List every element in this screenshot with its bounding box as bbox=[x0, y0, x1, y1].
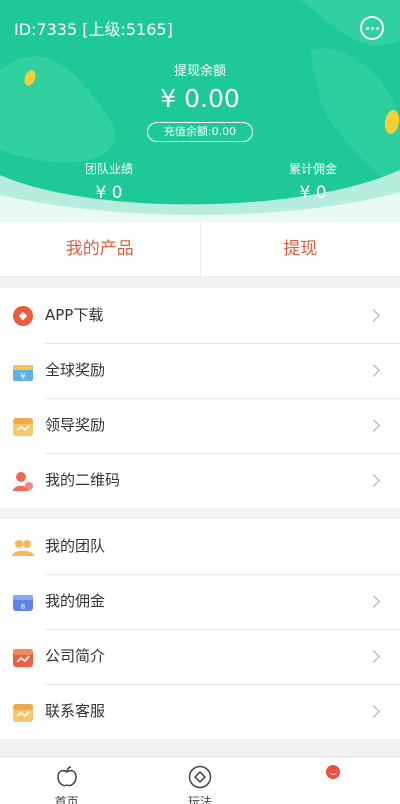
team-icon bbox=[12, 540, 34, 556]
menu-item-company-intro[interactable]: 公司简介 bbox=[0, 629, 400, 684]
menu-item-label: 全球奖励 bbox=[45, 361, 106, 379]
recharge-balance-badge: 充值余额:0.00 bbox=[147, 122, 253, 142]
withdraw-button[interactable]: 提现 bbox=[199, 222, 400, 276]
menu-group-1: APP下载 ¥ 全球奖励 领导奖励 我的二维码 bbox=[0, 288, 400, 508]
chevron-right-icon bbox=[367, 419, 380, 432]
chart-calendar-icon bbox=[13, 649, 33, 667]
tab-play[interactable]: 玩法 bbox=[133, 757, 266, 804]
menu-item-label: 我的佣金 bbox=[45, 592, 106, 610]
svg-text:¥: ¥ bbox=[20, 372, 25, 381]
download-app-icon bbox=[13, 306, 33, 326]
gift-box-icon: ¥ bbox=[13, 365, 33, 381]
action-bar: 我的产品 提现 bbox=[0, 222, 400, 277]
chevron-right-icon bbox=[367, 309, 380, 322]
menu-item-my-commission[interactable]: 8 我的佣金 bbox=[0, 574, 400, 629]
tab-play-label: 玩法 bbox=[187, 795, 212, 804]
menu-group-2: 我的团队 8 我的佣金 公司简介 联系客服 bbox=[0, 519, 400, 739]
team-performance-value: ¥ 0 bbox=[95, 183, 123, 203]
user-id-line: ID:7335 [上级:5165] bbox=[14, 20, 173, 39]
tab-mine[interactable] bbox=[267, 757, 400, 804]
menu-item-leader-reward[interactable]: 领导奖励 bbox=[0, 398, 400, 453]
apple-home-icon bbox=[56, 766, 77, 787]
bottom-tab-bar: 首页 玩法 bbox=[0, 756, 400, 804]
tab-home-label: 首页 bbox=[54, 795, 79, 804]
user-heart-icon bbox=[13, 472, 33, 491]
total-commission-label: 累计佣金 bbox=[288, 162, 337, 176]
chevron-right-icon bbox=[367, 705, 380, 718]
menu-item-label: 联系客服 bbox=[45, 702, 106, 720]
menu-item-label: 我的二维码 bbox=[45, 471, 121, 489]
total-commission-value: ¥ 0 bbox=[299, 183, 327, 203]
team-performance-label: 团队业绩 bbox=[84, 162, 133, 176]
wallet-icon: 8 bbox=[13, 595, 33, 611]
menu-item-contact-service[interactable]: 联系客服 bbox=[0, 684, 400, 739]
menu-item-my-qrcode[interactable]: 我的二维码 bbox=[0, 453, 400, 508]
chevron-right-icon bbox=[367, 364, 380, 377]
message-icon[interactable] bbox=[360, 16, 384, 40]
tab-home[interactable]: 首页 bbox=[0, 757, 133, 804]
menu-item-label: 领导奖励 bbox=[45, 416, 106, 434]
chevron-right-icon bbox=[367, 650, 380, 663]
total-commission: 累计佣金 ¥ 0 bbox=[253, 160, 373, 203]
menu-item-global-reward[interactable]: ¥ 全球奖励 bbox=[0, 343, 400, 398]
chevron-right-icon bbox=[367, 474, 380, 487]
balance-label: 提现余额 bbox=[173, 64, 226, 79]
menu-item-label: 公司简介 bbox=[45, 647, 106, 665]
svg-text:8: 8 bbox=[21, 603, 25, 611]
calendar-icon bbox=[13, 418, 33, 436]
team-performance: 团队业绩 ¥ 0 bbox=[49, 160, 169, 203]
chevron-right-icon bbox=[367, 595, 380, 608]
menu-item-label: 我的团队 bbox=[45, 537, 106, 555]
menu-item-label: APP下载 bbox=[45, 306, 104, 324]
my-products-button[interactable]: 我的产品 bbox=[0, 222, 200, 276]
smile-icon bbox=[326, 765, 341, 779]
menu-item-app-download[interactable]: APP下载 bbox=[0, 288, 400, 343]
menu-item-my-team[interactable]: 我的团队 bbox=[0, 519, 400, 574]
header-banner: ID:7335 [上级:5165] 提现余额 ¥ 0.00 充值余额:0.00 … bbox=[0, 0, 400, 222]
balance-amount: ¥ 0.00 bbox=[160, 84, 240, 113]
service-calendar-icon bbox=[13, 704, 33, 722]
diamond-circle-icon bbox=[188, 765, 212, 789]
